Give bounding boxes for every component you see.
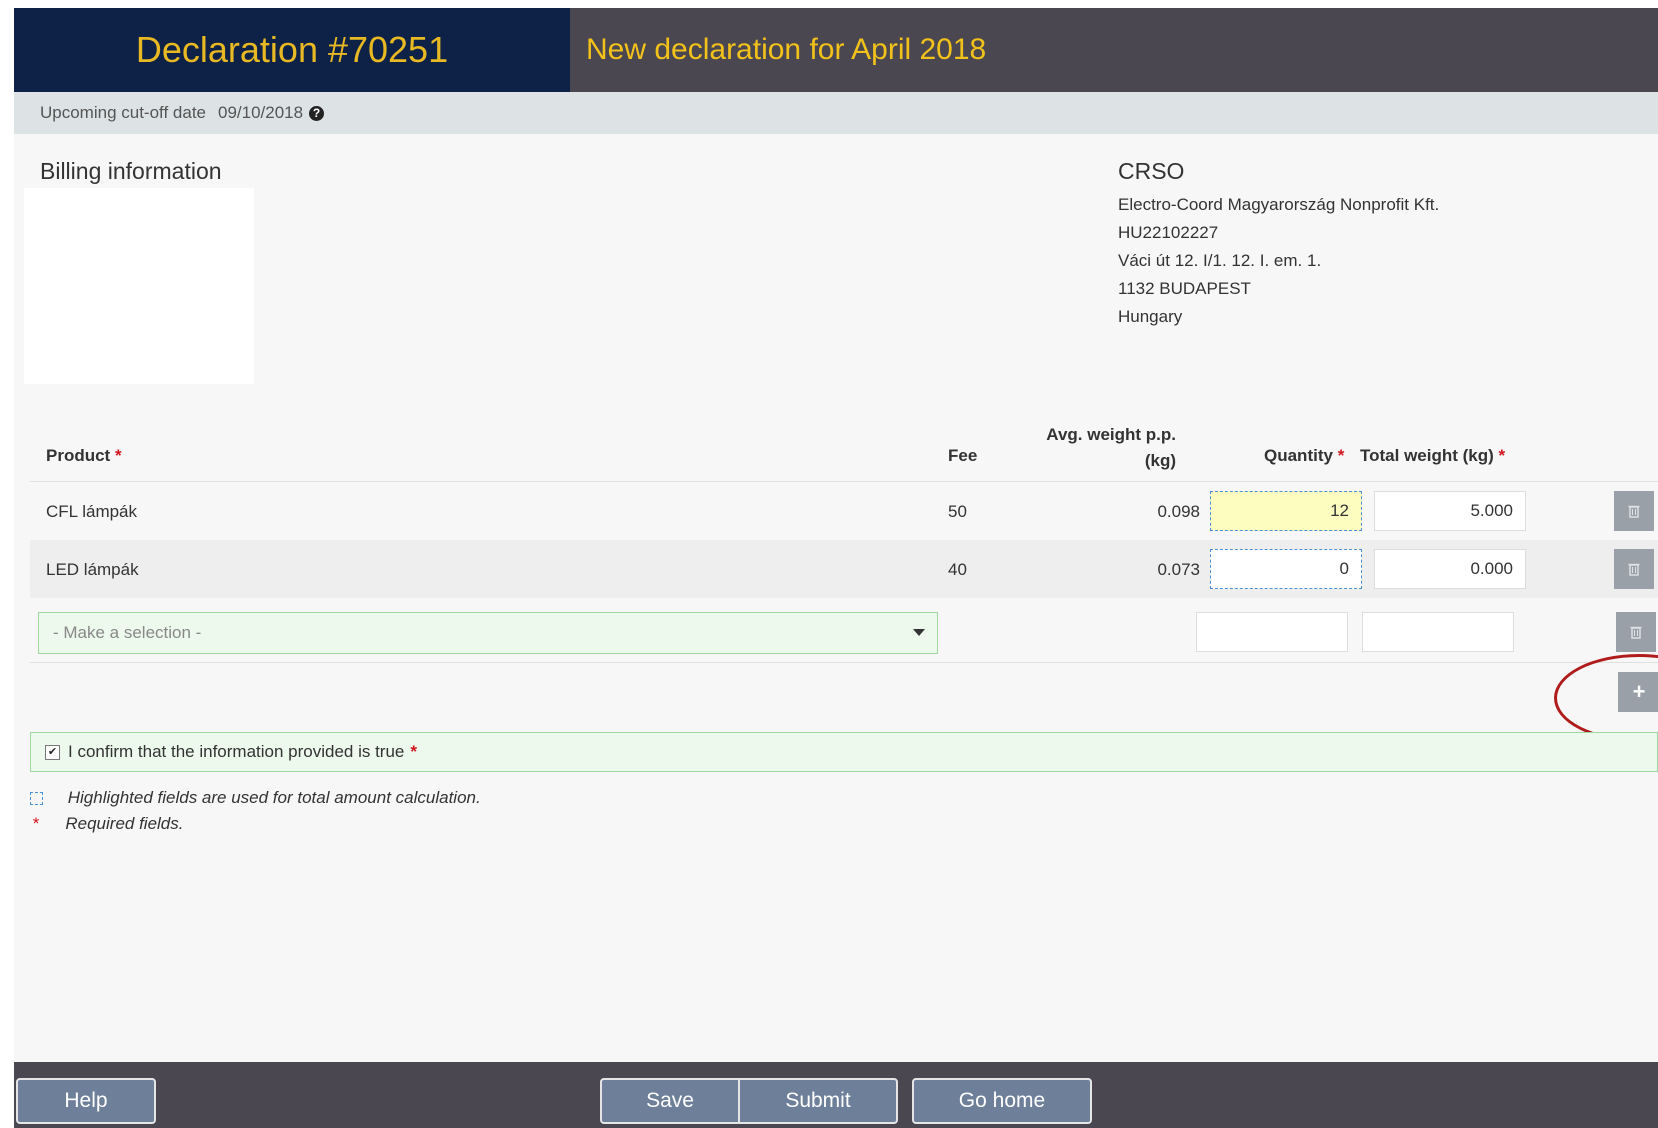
- header-product-label: Product: [46, 446, 111, 465]
- header-quantity-label: Quantity: [1264, 446, 1333, 465]
- dashed-box-icon: [30, 792, 43, 806]
- quantity-input[interactable]: 0: [1210, 549, 1362, 589]
- confirm-text: I confirm that the information provided …: [68, 742, 405, 761]
- question-circle-icon[interactable]: ?: [309, 105, 325, 121]
- crso-company: Electro-Coord Magyarország Nonprofit Kft…: [1118, 195, 1440, 214]
- go-home-button[interactable]: Go home: [912, 1078, 1092, 1124]
- row-avg-weight: 0.073: [1157, 560, 1200, 579]
- crso-street: Váci út 12. I/1. 12. I. em. 1.: [1118, 251, 1322, 270]
- header-avg-weight: Avg. weight p.p. (kg): [1024, 422, 1176, 474]
- table-row: LED lámpák 40 0.073 0 0.000: [30, 540, 1658, 598]
- cutoff-date: 09/10/2018: [218, 103, 304, 122]
- legend-highlighted: Highlighted fields are used for total am…: [30, 788, 481, 808]
- crso-vat: HU22102227: [1118, 223, 1219, 242]
- total-weight-input[interactable]: 0.000: [1374, 549, 1526, 589]
- product-select[interactable]: - Make a selection -: [38, 612, 938, 654]
- declaration-subtitle: New declaration for April 2018: [570, 8, 1658, 92]
- total-weight-input[interactable]: 5.000: [1374, 491, 1526, 531]
- quantity-input[interactable]: 12: [1210, 491, 1362, 531]
- row-product: CFL lámpák: [46, 502, 138, 521]
- header-product: Product *: [46, 446, 122, 466]
- trash-icon: [1628, 563, 1640, 576]
- crso-name: CRSO: [1118, 158, 1185, 184]
- highlight-annotation-circle: [1554, 654, 1658, 742]
- billing-title: Billing information: [40, 158, 222, 184]
- trash-icon: [1628, 505, 1640, 518]
- required-mark: *: [1337, 446, 1345, 465]
- required-mark: *: [1498, 446, 1506, 465]
- legend-highlighted-text: Highlighted fields are used for total am…: [67, 788, 481, 807]
- required-mark: *: [410, 742, 418, 761]
- crso-country: Hungary: [1118, 307, 1183, 326]
- trash-icon: [1630, 626, 1642, 639]
- header-avg-weight-line2: (kg): [1144, 451, 1176, 470]
- delete-row-button[interactable]: [1614, 549, 1654, 589]
- cutoff-bar: Upcoming cut-off date 09/10/2018 ?: [14, 92, 1658, 134]
- cutoff-label: Upcoming cut-off date: [40, 103, 206, 122]
- new-total-weight-input[interactable]: [1362, 612, 1514, 652]
- new-quantity-input[interactable]: [1196, 612, 1348, 652]
- declaration-page: Declaration #70251 New declaration for A…: [14, 8, 1658, 1128]
- row-product: LED lámpák: [46, 560, 139, 579]
- billing-details-redacted: [24, 188, 254, 384]
- header-fee: Fee: [948, 446, 978, 465]
- crso-block: CRSO Electro-Coord Magyarország Nonprofi…: [1118, 158, 1439, 331]
- delete-row-button[interactable]: [1614, 491, 1654, 531]
- submit-button[interactable]: Submit: [738, 1078, 898, 1124]
- crso-city: 1132 BUDAPEST: [1118, 279, 1251, 298]
- row-fee: 40: [948, 560, 967, 579]
- caret-down-icon: [913, 629, 925, 636]
- delete-new-row-button[interactable]: [1616, 612, 1656, 652]
- header-total-weight-label: Total weight (kg): [1360, 446, 1494, 465]
- header-avg-weight-line1: Avg. weight p.p.: [1046, 425, 1176, 444]
- row-avg-weight: 0.098: [1157, 502, 1200, 521]
- legend-required-text: Required fields.: [65, 814, 184, 833]
- product-select-placeholder: - Make a selection -: [53, 623, 202, 642]
- required-mark: *: [114, 446, 122, 465]
- help-button[interactable]: Help: [16, 1078, 156, 1124]
- legend-required: * Required fields.: [30, 814, 183, 834]
- footer-bar: Help Save Submit Go home: [14, 1062, 1658, 1128]
- declaration-title: Declaration #70251: [14, 8, 570, 92]
- table-row: CFL lámpák 50 0.098 12 5.000: [30, 482, 1658, 540]
- subtitle-text: New declaration for April 2018: [586, 33, 987, 66]
- table-divider: [30, 662, 1658, 663]
- confirm-checkbox[interactable]: ✔: [45, 744, 60, 760]
- row-fee: 50: [948, 502, 967, 521]
- header-total-weight: Total weight (kg) *: [1360, 446, 1505, 466]
- asterisk-icon: *: [32, 814, 39, 833]
- confirm-row: ✔ I confirm that the information provide…: [30, 732, 1658, 772]
- header-quantity: Quantity *: [1264, 446, 1344, 466]
- save-button[interactable]: Save: [600, 1078, 740, 1124]
